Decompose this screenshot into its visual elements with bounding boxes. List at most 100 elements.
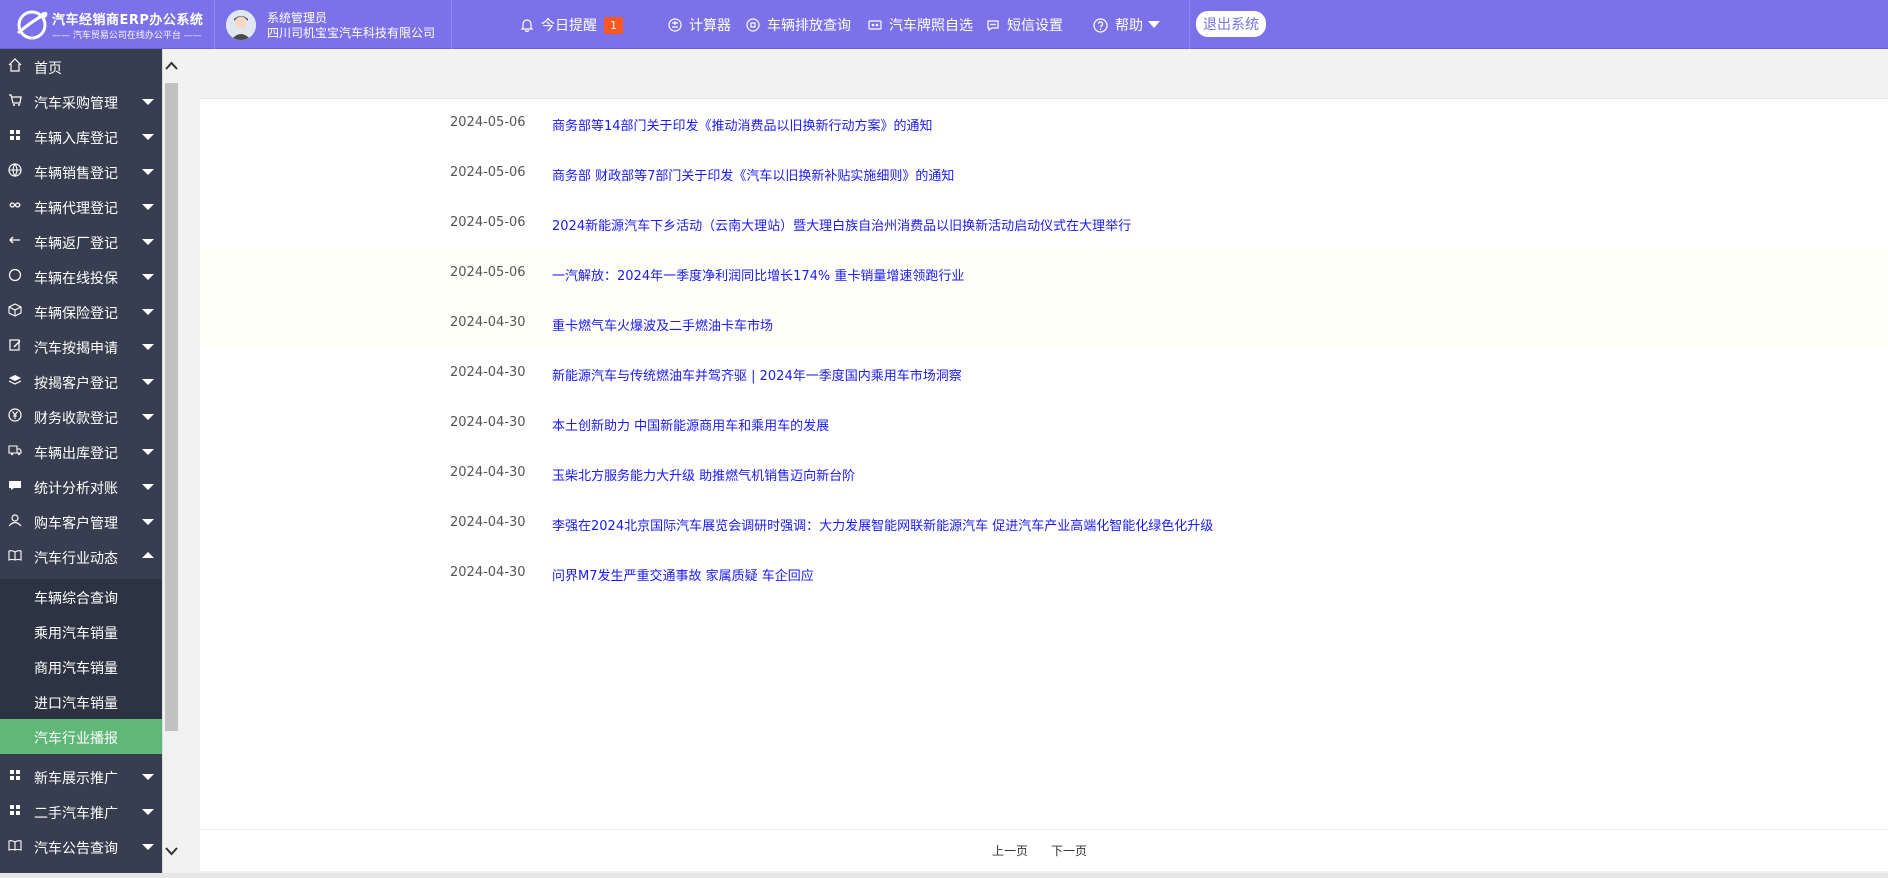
news-title-link[interactable]: 2024新能源汽车下乡活动（云南大理站）暨大理白族自治州消费品以旧换新活动启动仪… — [552, 215, 1131, 234]
scroll-down-icon[interactable] — [163, 844, 180, 858]
news-date: 2024-04-30 — [450, 415, 526, 430]
sidebar-item[interactable]: 首页 — [0, 49, 162, 84]
avatar[interactable] — [226, 10, 256, 40]
sidebar-item[interactable]: 新车展示推广 — [0, 759, 162, 794]
cart-icon — [9, 94, 22, 106]
sidebar-item-label: 车辆在线投保 — [34, 271, 118, 287]
news-title-link[interactable]: 一汽解放：2024年一季度净利润同比增长174% 重卡销量增速领跑行业 — [552, 265, 964, 284]
news-row: 2024-04-30 本土创新助力 中国新能源商用车和乘用车的发展 — [200, 399, 1888, 449]
edit-icon — [9, 339, 21, 351]
sidebar-subitem[interactable]: 进口汽车销量 — [0, 684, 162, 719]
grid-icon — [10, 805, 20, 815]
sidebar-item[interactable]: 按揭客户登记 — [0, 364, 162, 399]
app-logo: 汽车经销商ERP办公系统 —— 汽车贸易公司在线办公平台 —— — [0, 0, 215, 49]
news-title-link[interactable]: 重卡燃气车火爆波及二手燃油卡车市场 — [552, 315, 773, 334]
news-row: 2024-05-06 商务部等14部门关于印发《推动消费品以旧换新行动方案》的通知 — [200, 99, 1888, 149]
sidebar-item[interactable]: 购车客户管理 — [0, 504, 162, 539]
reminder-count-badge: 1 — [604, 16, 623, 34]
truck-icon — [8, 445, 22, 456]
sidebar-item[interactable]: 车辆在线投保 — [0, 259, 162, 294]
news-title-link[interactable]: 商务部等14部门关于印发《推动消费品以旧换新行动方案》的通知 — [552, 115, 933, 134]
news-row: 2024-04-30 重卡燃气车火爆波及二手燃油卡车市场 — [200, 299, 1888, 349]
caret-down-icon — [142, 379, 154, 385]
help-menu[interactable]: 帮助 — [1093, 15, 1160, 35]
caret-down-icon — [142, 809, 154, 815]
scroll-up-icon[interactable] — [163, 59, 180, 73]
caret-down-icon — [142, 844, 154, 850]
sidebar-item[interactable]: 财务收款登记 — [0, 399, 162, 434]
sidebar-item[interactable]: 汽车采购管理 — [0, 84, 162, 119]
logout-button[interactable]: 退出系统 — [1196, 11, 1266, 37]
news-title-link[interactable]: 问界M7发生严重交通事故 家属质疑 车企回应 — [552, 565, 814, 584]
grid-icon — [10, 130, 20, 140]
sidebar-item[interactable]: 车辆入库登记 — [0, 119, 162, 154]
caret-down-icon — [142, 204, 154, 210]
news-row: 2024-05-06 2024新能源汽车下乡活动（云南大理站）暨大理白族自治州消费… — [200, 199, 1888, 249]
return-icon — [9, 236, 20, 244]
sidebar-item[interactable]: 车辆保险登记 — [0, 294, 162, 329]
box-icon — [8, 303, 22, 317]
news-title-link[interactable]: 本土创新助力 中国新能源商用车和乘用车的发展 — [552, 415, 829, 434]
sidebar-item-label: 汽车公告查询 — [34, 841, 118, 857]
sidebar-subitem[interactable]: 车辆综合查询 — [0, 579, 162, 614]
news-title-link[interactable]: 新能源汽车与传统燃油车并驾齐驱 | 2024年一季度国内乘用车市场洞察 — [552, 365, 962, 384]
calculator-icon — [668, 18, 682, 32]
news-date: 2024-05-06 — [450, 215, 526, 230]
read-icon — [8, 550, 22, 561]
sidebar-subitem-label: 汽车行业播报 — [34, 731, 118, 747]
sidebar-item[interactable]: 二手汽车推广 — [0, 794, 162, 829]
sms-settings-button[interactable]: 短信设置 — [986, 15, 1063, 35]
sidebar-subitem-label: 乘用汽车销量 — [34, 626, 118, 642]
emission-label: 车辆排放查询 — [767, 18, 851, 34]
sidebar-subitem-label: 商用汽车销量 — [34, 661, 118, 677]
news-date: 2024-04-30 — [450, 565, 526, 580]
sidebar-subitem[interactable]: 汽车行业播报 — [0, 719, 162, 754]
caret-up-icon — [142, 552, 154, 558]
reminder-button[interactable]: 今日提醒 1 — [520, 15, 623, 35]
sidebar-item[interactable]: 汽车公告查询 — [0, 829, 162, 864]
user-panel: 系统管理员 四川司机宝宝汽车科技有限公司 — [216, 0, 452, 49]
sidebar-item-label: 车辆返厂登记 — [34, 236, 118, 252]
news-row: 2024-05-06 商务部 财政部等7部门关于印发《汽车以旧换新补贴实施细则》的… — [200, 149, 1888, 199]
sidebar-item[interactable]: 车辆代理登记 — [0, 189, 162, 224]
sidebar-item-label: 车辆保险登记 — [34, 306, 118, 322]
caret-down-icon — [1148, 21, 1160, 28]
plate-icon — [868, 20, 882, 30]
sidebar-item-label: 汽车按揭申请 — [34, 341, 118, 357]
sidebar-item[interactable]: 统计分析对账 — [0, 469, 162, 504]
sidebar-scrollbar[interactable] — [162, 49, 179, 873]
sidebar-item-label: 车辆销售登记 — [34, 166, 118, 182]
news-date: 2024-04-30 — [450, 365, 526, 380]
sidebar-item-label: 汽车采购管理 — [34, 96, 118, 112]
next-page-link[interactable]: 下一页 — [1051, 842, 1087, 859]
sidebar-item[interactable]: 汽车行业动态 — [0, 539, 162, 574]
sidebar-item[interactable]: 车辆返厂登记 — [0, 224, 162, 259]
news-row: 2024-05-06 一汽解放：2024年一季度净利润同比增长174% 重卡销量增… — [200, 249, 1888, 299]
scroll-thumb[interactable] — [165, 83, 178, 731]
help-icon — [1093, 17, 1108, 33]
company-name: 四川司机宝宝汽车科技有限公司 — [267, 26, 436, 40]
caret-down-icon — [142, 449, 154, 455]
sidebar-item[interactable]: 车辆销售登记 — [0, 154, 162, 189]
news-date: 2024-05-06 — [450, 115, 526, 130]
sidebar-subitem[interactable]: 乘用汽车销量 — [0, 614, 162, 649]
news-title-link[interactable]: 李强在2024北京国际汽车展览会调研时强调：大力发展智能网联新能源汽车 促进汽车… — [552, 515, 1213, 534]
news-title-link[interactable]: 商务部 财政部等7部门关于印发《汽车以旧换新补贴实施细则》的通知 — [552, 165, 954, 184]
news-row: 2024-04-30 李强在2024北京国际汽车展览会调研时强调：大力发展智能网联… — [200, 499, 1888, 549]
sidebar-subitem-label: 车辆综合查询 — [34, 591, 118, 607]
prev-page-link[interactable]: 上一页 — [992, 842, 1028, 859]
news-title-link[interactable]: 玉柴北方服务能力大升级 助推燃气机销售迈向新台阶 — [552, 465, 855, 484]
calculator-button[interactable]: 计算器 — [668, 15, 731, 35]
plate-select-button[interactable]: 汽车牌照自选 — [868, 15, 973, 35]
sidebar-item[interactable]: 汽车按揭申请 — [0, 329, 162, 364]
sidebar-subitem[interactable]: 商用汽车销量 — [0, 649, 162, 684]
news-date: 2024-04-30 — [450, 465, 526, 480]
sidebar-item[interactable]: 车辆出库登记 — [0, 434, 162, 469]
caret-down-icon — [142, 519, 154, 525]
sidebar-item-label: 车辆代理登记 — [34, 201, 118, 217]
sms-label: 短信设置 — [1007, 18, 1063, 34]
read-icon — [8, 840, 22, 851]
news-list: 2024-05-06 商务部等14部门关于印发《推动消费品以旧换新行动方案》的通知… — [200, 99, 1888, 829]
emission-query-button[interactable]: 车辆排放查询 — [746, 15, 851, 35]
plate-label: 汽车牌照自选 — [889, 18, 973, 34]
